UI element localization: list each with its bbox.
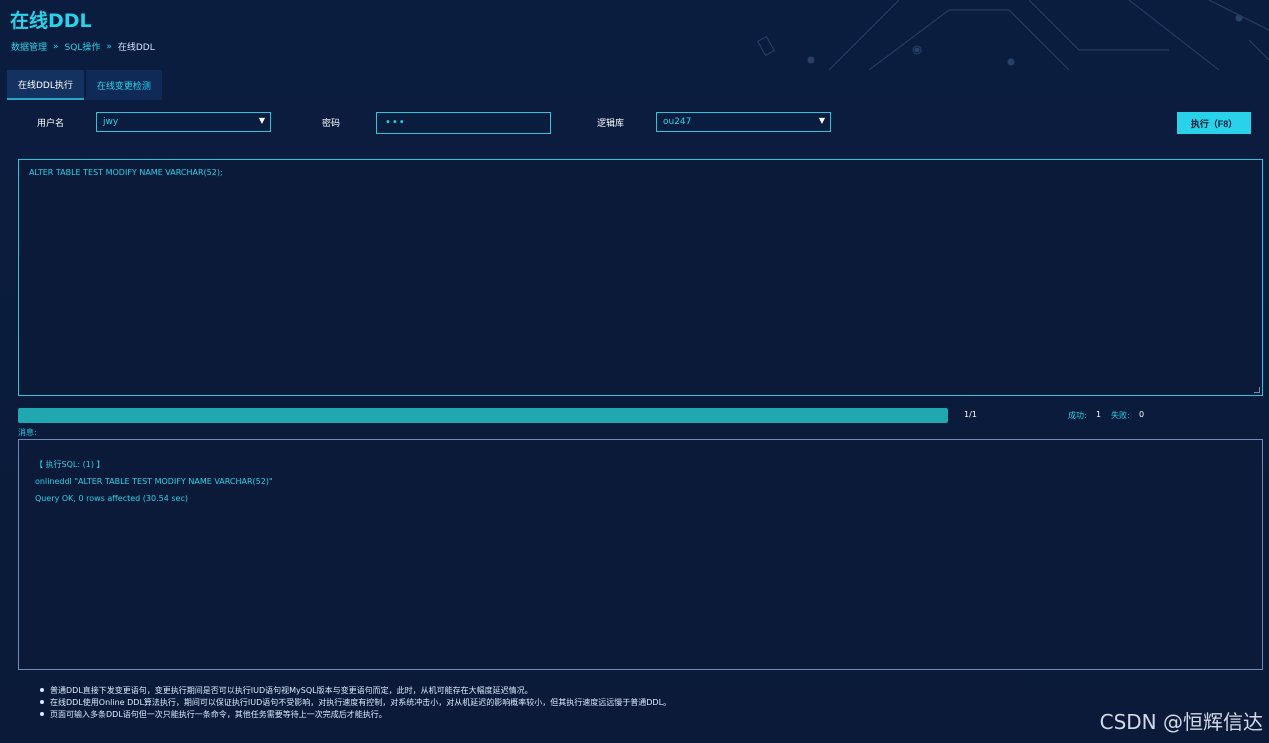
progress-fill (18, 408, 948, 423)
logic-db-select[interactable]: ou247 ▼ (656, 112, 831, 132)
tab-online-ddl-execute[interactable]: 在线DDL执行 (7, 70, 84, 100)
breadcrumb: 数据管理 » SQL操作 » 在线DDL (11, 40, 155, 54)
message-label: 消息: (18, 428, 37, 437)
note-item: 普通DDL直接下发变更语句，变更执行期间是否可以执行IUD语句视MySQL版本与… (40, 684, 671, 696)
bullet-icon (40, 688, 44, 692)
bullet-icon (40, 712, 44, 716)
note-text: 页面可输入多条DDL语句但一次只能执行一条命令，其他任务需要等待上一次完成后才能… (50, 709, 387, 719)
note-text: 在线DDL使用Online DDL算法执行，期间可以保证执行IUD语句不受影响，… (50, 697, 672, 707)
progress-bar (18, 408, 948, 423)
logic-db-value: ou247 (663, 117, 692, 127)
run-button[interactable]: 执行（F8） (1177, 112, 1251, 134)
tab-online-change-detect[interactable]: 在线变更检测 (85, 70, 162, 100)
tab-bar: 在线DDL执行 在线变更检测 (7, 70, 162, 100)
breadcrumb-current: 在线DDL (117, 43, 155, 53)
username-label: 用户名 (37, 119, 65, 129)
username-value: jwy (103, 117, 119, 127)
fail-label: 失败: (1111, 411, 1130, 420)
resize-grip-icon[interactable] (1254, 387, 1260, 393)
progress-count: 1/1 (964, 410, 977, 419)
message-line: onlineddl "ALTER TABLE TEST MODIFY NAME … (35, 477, 273, 486)
fail-count: 0 (1139, 410, 1145, 419)
caret-down-icon: ▼ (258, 116, 265, 125)
message-box: 【 执行SQL: (1) 】 onlineddl "ALTER TABLE TE… (18, 439, 1263, 670)
logic-db-label: 逻辑库 (597, 119, 625, 129)
username-select[interactable]: jwy ▼ (96, 112, 271, 132)
note-item: 页面可输入多条DDL语句但一次只能执行一条命令，其他任务需要等待上一次完成后才能… (40, 708, 671, 720)
caret-down-icon: ▼ (818, 116, 825, 125)
message-line: Query OK, 0 rows affected (30.54 sec) (35, 494, 188, 503)
breadcrumb-item-sql-ops[interactable]: SQL操作 (65, 40, 101, 53)
breadcrumb-separator: » (53, 41, 59, 52)
sql-text: ALTER TABLE TEST MODIFY NAME VARCHAR(52)… (29, 168, 223, 177)
bullet-icon (40, 700, 44, 704)
sql-editor[interactable]: ALTER TABLE TEST MODIFY NAME VARCHAR(52)… (18, 159, 1263, 396)
success-count: 1 (1096, 410, 1102, 419)
online-ddl-page: 在线DDL 数据管理 » SQL操作 » 在线DDL 在线DDL执行 在线变更检… (0, 0, 1269, 743)
note-text: 普通DDL直接下发变更语句，变更执行期间是否可以执行IUD语句视MySQL版本与… (50, 685, 533, 695)
connection-form: 用户名 jwy ▼ 密码 ••• 逻辑库 ou247 ▼ 执行（F8） (0, 112, 1269, 136)
breadcrumb-item-data-management[interactable]: 数据管理 (11, 40, 47, 53)
message-line: 【 执行SQL: (1) 】 (35, 460, 105, 469)
password-input[interactable]: ••• (376, 112, 551, 134)
note-item: 在线DDL使用Online DDL算法执行，期间可以保证执行IUD语句不受影响，… (40, 696, 671, 708)
page-title: 在线DDL (10, 10, 92, 32)
password-label: 密码 (322, 119, 341, 129)
notes-list: 普通DDL直接下发变更语句，变更执行期间是否可以执行IUD语句视MySQL版本与… (40, 684, 671, 720)
success-label: 成功: (1068, 411, 1087, 420)
breadcrumb-separator: » (106, 41, 112, 52)
watermark: CSDN @恒辉信达 (1099, 710, 1263, 734)
circuit-decoration-icon (756, 0, 1269, 70)
